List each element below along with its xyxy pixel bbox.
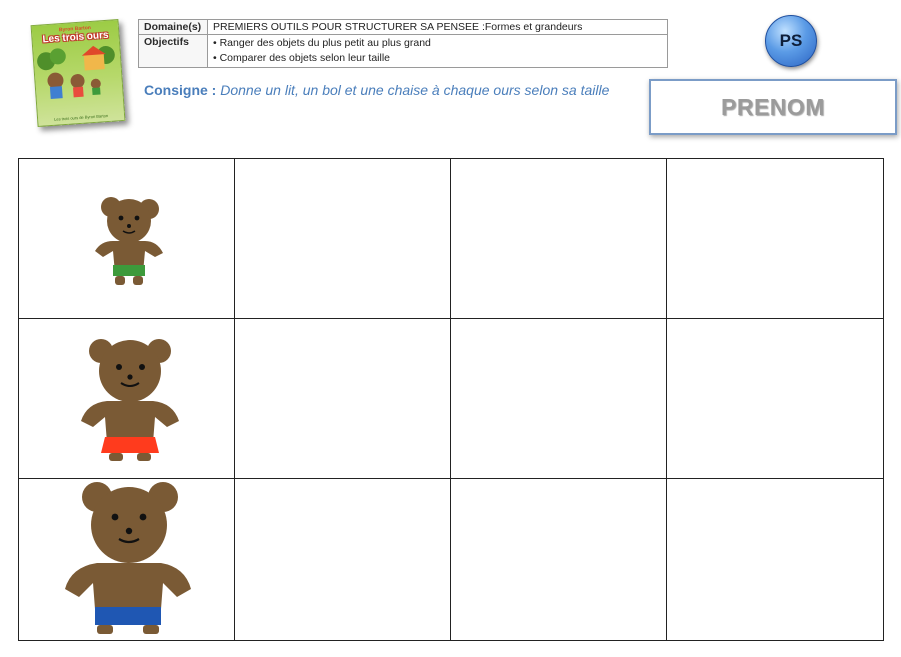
level-badge: PS — [765, 15, 817, 67]
answer-cell[interactable] — [451, 479, 667, 640]
objectifs-list: • Ranger des objets du plus petit au plu… — [213, 36, 662, 66]
bear-cell-medium — [19, 319, 235, 479]
answer-cell[interactable] — [235, 319, 451, 479]
answer-cell[interactable] — [667, 479, 883, 640]
answer-cell[interactable] — [667, 159, 883, 319]
book-footer: Les trois ours de Byron Barton — [53, 113, 109, 122]
info-table: Domaine(s) PREMIERS OUTILS POUR STRUCTUR… — [138, 19, 668, 68]
book-cover-image: Byron Barton Les trois ours Les trois ou… — [30, 19, 126, 127]
objectifs-label: Objectifs — [138, 34, 208, 68]
book-cover-illustration — [37, 45, 115, 99]
activity-grid — [18, 158, 884, 641]
answer-cell[interactable] — [451, 159, 667, 319]
domaine-value: PREMIERS OUTILS POUR STRUCTURER SA PENSE… — [207, 19, 668, 35]
answer-cell[interactable] — [451, 319, 667, 479]
bear-cell-small — [19, 159, 235, 319]
consigne-label: Consigne : — [144, 82, 217, 98]
consigne-text: Donne un lit, un bol et une chaise à cha… — [220, 82, 610, 98]
objectif-item: • Ranger des objets du plus petit au plu… — [213, 37, 431, 49]
small-bear-image — [95, 197, 163, 285]
domaine-label: Domaine(s) — [138, 19, 208, 35]
answer-cell[interactable] — [235, 159, 451, 319]
objectifs-cell: • Ranger des objets du plus petit au plu… — [207, 34, 668, 68]
bear-cell-big — [19, 479, 235, 640]
consigne: Consigne : Donne un lit, un bol et une c… — [144, 82, 609, 98]
big-bear-image — [65, 482, 191, 634]
answer-cell[interactable] — [667, 319, 883, 479]
name-box[interactable]: PRENOM — [649, 79, 897, 135]
objectif-item: • Comparer des objets selon leur taille — [213, 52, 391, 64]
medium-bear-image — [81, 339, 179, 461]
answer-cell[interactable] — [235, 479, 451, 640]
